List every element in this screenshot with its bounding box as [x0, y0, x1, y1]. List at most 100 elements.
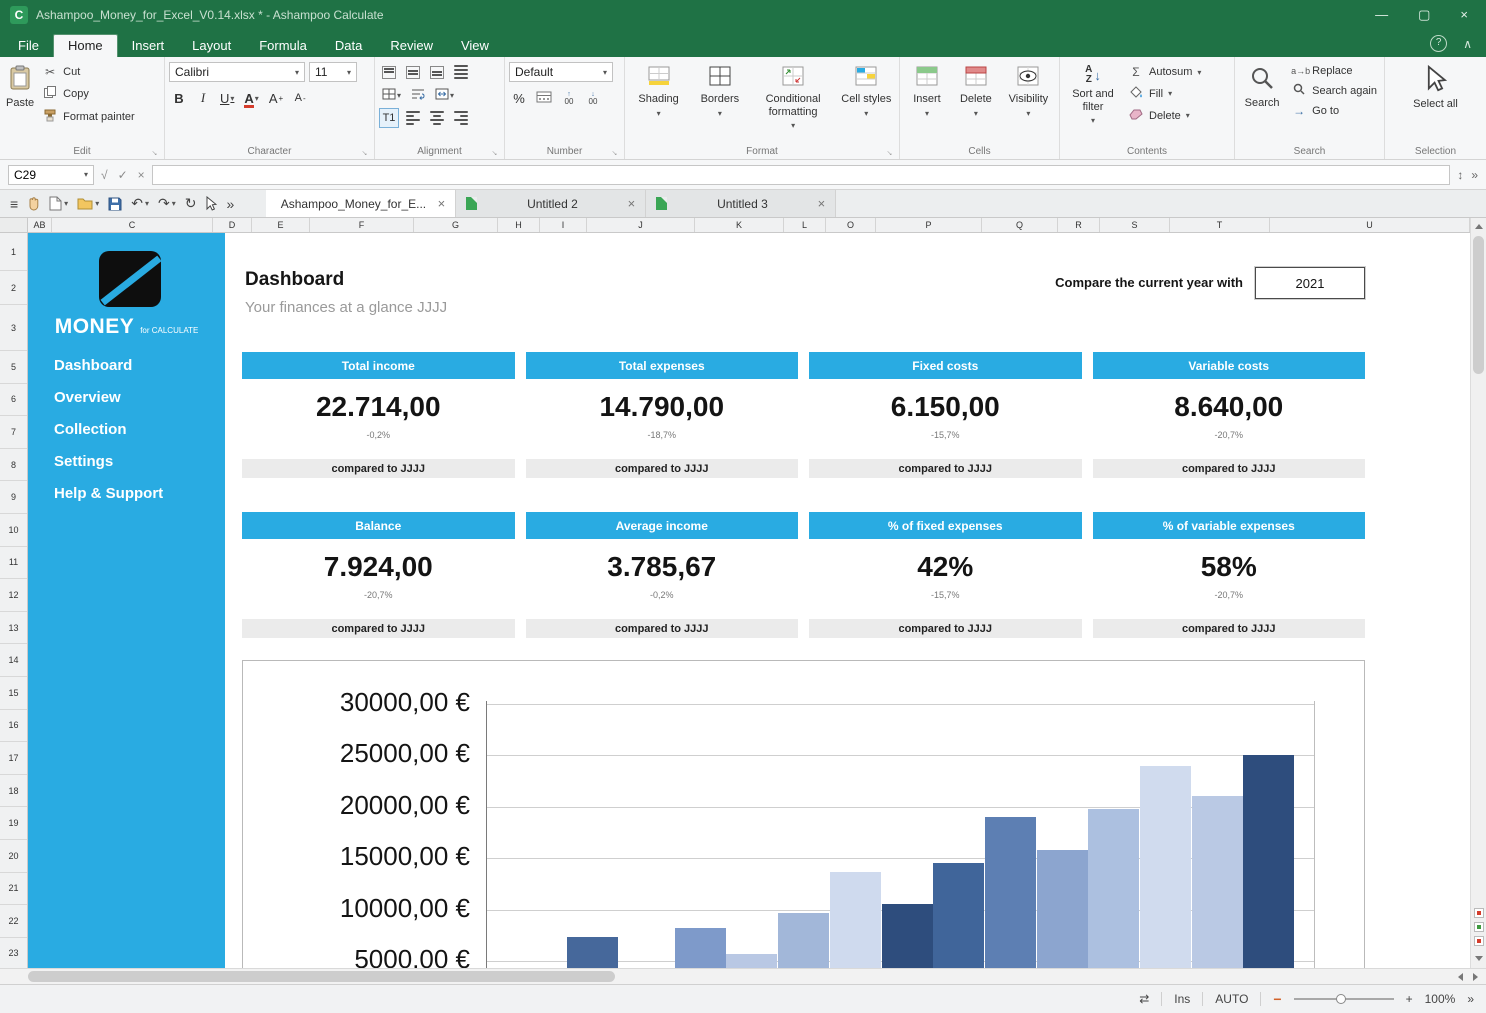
sidebar-item-collection[interactable]: Collection: [54, 413, 219, 445]
percent-format-button[interactable]: %: [509, 88, 529, 108]
menu-tab-data[interactable]: Data: [321, 35, 376, 57]
column-header-H[interactable]: H: [498, 218, 540, 232]
column-header-R[interactable]: R: [1058, 218, 1100, 232]
shrink-font-button[interactable]: A-: [290, 88, 310, 108]
zoom-slider-knob[interactable]: [1336, 994, 1346, 1004]
borders-big-button[interactable]: Borders ▾: [691, 62, 748, 121]
add-decimal-button[interactable]: ↑00: [559, 88, 579, 108]
row-header-18[interactable]: 18: [0, 775, 27, 808]
font-size-select[interactable]: 11▾: [309, 62, 357, 82]
column-header-T[interactable]: T: [1170, 218, 1270, 232]
pointer-tool-icon[interactable]: [205, 196, 217, 211]
minimize-button[interactable]: —: [1375, 7, 1388, 23]
scroll-down-button[interactable]: [1475, 950, 1483, 966]
row-header-22[interactable]: 22: [0, 905, 27, 938]
underline-button[interactable]: U▾: [217, 88, 237, 108]
column-header-E[interactable]: E: [252, 218, 310, 232]
sidebar-item-overview[interactable]: Overview: [54, 381, 219, 413]
sidebar-item-dashboard[interactable]: Dashboard: [54, 349, 219, 381]
number-style-button[interactable]: [533, 88, 555, 108]
row-header-12[interactable]: 12: [0, 579, 27, 612]
justify-button[interactable]: [451, 62, 471, 82]
formula-bar-more-icon[interactable]: »: [1471, 168, 1478, 182]
formula-input[interactable]: [152, 165, 1451, 185]
new-document-button[interactable]: ▾: [49, 196, 68, 211]
zoom-level[interactable]: 100%: [1425, 992, 1456, 1006]
format-painter-button[interactable]: Format painter: [39, 107, 138, 126]
expand-formula-bar-icon[interactable]: ↕: [1457, 168, 1463, 182]
number-format-select[interactable]: Default▾: [509, 62, 613, 82]
zoom-in-button[interactable]: +: [1406, 992, 1413, 1006]
row-header-16[interactable]: 16: [0, 710, 27, 743]
redo-button[interactable]: ↷▾: [158, 195, 176, 212]
menu-tab-layout[interactable]: Layout: [178, 35, 245, 57]
column-header-Q[interactable]: Q: [982, 218, 1058, 232]
row-header-14[interactable]: 14: [0, 644, 27, 677]
horizontal-scroll-thumb[interactable]: [28, 971, 615, 982]
refresh-button[interactable]: ↻: [185, 195, 197, 212]
tab-close-icon[interactable]: ×: [438, 196, 446, 211]
column-header-G[interactable]: G: [414, 218, 498, 232]
italic-button[interactable]: I: [193, 88, 213, 108]
row-header-20[interactable]: 20: [0, 840, 27, 873]
conditional-formatting-button[interactable]: Conditional formatting ▾: [752, 62, 835, 133]
function-wizard-icon[interactable]: √: [101, 168, 108, 182]
column-header-AB[interactable]: AB: [28, 218, 52, 232]
row-header-11[interactable]: 11: [0, 547, 27, 580]
align-left-button[interactable]: [403, 108, 423, 128]
sidebar-item-settings[interactable]: Settings: [54, 445, 219, 477]
marker-red-icon[interactable]: [1474, 908, 1484, 918]
open-file-button[interactable]: ▾: [77, 197, 99, 210]
insert-mode-indicator[interactable]: Ins: [1174, 992, 1190, 1006]
sheet-tab-2[interactable]: Untitled 2×: [456, 190, 646, 217]
column-header-L[interactable]: L: [784, 218, 826, 232]
row-header-6[interactable]: 6: [0, 384, 27, 417]
menu-tab-home[interactable]: Home: [53, 34, 118, 57]
copy-button[interactable]: Copy: [39, 84, 138, 103]
column-header-O[interactable]: O: [826, 218, 876, 232]
font-color-button[interactable]: A▾: [241, 88, 261, 108]
column-header-I[interactable]: I: [540, 218, 587, 232]
column-header-P[interactable]: P: [876, 218, 982, 232]
row-header-10[interactable]: 10: [0, 514, 27, 547]
borders-button[interactable]: ▾: [379, 85, 404, 105]
row-header-17[interactable]: 17: [0, 742, 27, 775]
sheet-tab-3[interactable]: Untitled 3×: [646, 190, 836, 217]
search-again-button[interactable]: Search again: [1288, 82, 1380, 99]
column-header-C[interactable]: C: [52, 218, 213, 232]
tab-close-icon[interactable]: ×: [818, 196, 826, 211]
column-header-D[interactable]: D: [213, 218, 252, 232]
text-orientation-button[interactable]: T1: [379, 108, 399, 128]
column-header-J[interactable]: J: [587, 218, 695, 232]
menu-tab-insert[interactable]: Insert: [118, 35, 179, 57]
shading-button[interactable]: Shading ▾: [629, 62, 688, 121]
cut-button[interactable]: ✂Cut: [39, 64, 138, 80]
cell-name-box[interactable]: C29▾: [8, 165, 94, 185]
zoom-out-button[interactable]: −: [1273, 991, 1281, 1007]
wrap-text-button[interactable]: [408, 85, 428, 105]
column-header-F[interactable]: F: [310, 218, 414, 232]
fill-button[interactable]: Fill▾: [1125, 84, 1204, 103]
goto-button[interactable]: →Go to: [1288, 103, 1380, 119]
row-header-7[interactable]: 7: [0, 416, 27, 449]
vertical-scroll-thumb[interactable]: [1473, 236, 1484, 374]
menu-tab-formula[interactable]: Formula: [245, 35, 321, 57]
menu-tab-view[interactable]: View: [447, 35, 503, 57]
row-header-19[interactable]: 19: [0, 807, 27, 840]
maximize-button[interactable]: ▢: [1418, 7, 1430, 23]
scroll-left-button[interactable]: [1458, 973, 1463, 981]
row-header-21[interactable]: 21: [0, 873, 27, 906]
align-bottom-button[interactable]: [427, 62, 447, 82]
tab-close-icon[interactable]: ×: [628, 196, 636, 211]
marker-red2-icon[interactable]: [1474, 936, 1484, 946]
hand-tool-icon[interactable]: [27, 196, 40, 211]
undo-button[interactable]: ↶▾: [131, 195, 149, 212]
scroll-up-button[interactable]: [1471, 218, 1486, 234]
row-header-13[interactable]: 13: [0, 612, 27, 645]
align-right-button[interactable]: [451, 108, 471, 128]
visibility-button[interactable]: Visibility ▾: [1002, 62, 1055, 121]
merge-cells-button[interactable]: ▾: [432, 85, 457, 105]
column-header-K[interactable]: K: [695, 218, 784, 232]
sidebar-item-help-support[interactable]: Help & Support: [54, 477, 219, 509]
accept-formula-icon[interactable]: ✓: [118, 168, 128, 182]
